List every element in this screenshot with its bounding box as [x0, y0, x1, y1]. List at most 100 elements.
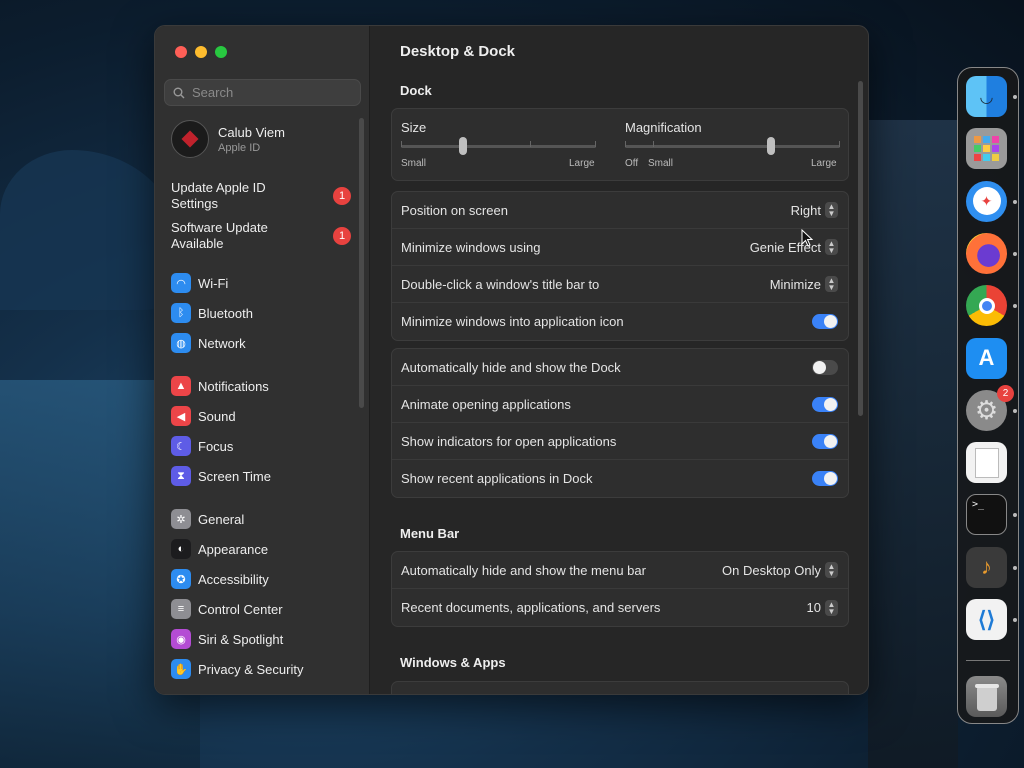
running-indicator [1013, 618, 1017, 622]
settings-window: Calub Viem Apple ID Update Apple ID Sett… [154, 25, 869, 695]
sidebar-item-bluetooth[interactable]: ᛒ Bluetooth [171, 302, 253, 324]
safari-icon[interactable]: ✦ [966, 180, 1007, 222]
sidebar-item-label: General [198, 511, 245, 527]
toggle-switch[interactable] [812, 471, 838, 486]
dock-separator [966, 660, 1010, 661]
popup-button[interactable]: Minimize ▲ ▼ [770, 276, 838, 292]
zoom-button[interactable] [215, 46, 227, 58]
window-controls [175, 46, 227, 58]
toggle-switch[interactable] [812, 396, 838, 412]
sidebar-item-siri-spotlight[interactable]: ◉ Siri & Spotlight [171, 628, 283, 650]
minimize-button[interactable] [195, 46, 207, 58]
sidebar-item-sound[interactable]: ◀ Sound [171, 405, 236, 427]
setting-label: Minimize windows into application icon [401, 314, 624, 329]
search-field[interactable] [164, 79, 361, 106]
chrome-icon[interactable] [966, 285, 1007, 327]
globe-icon: ◍ [171, 333, 191, 353]
dock-position-group: Position on screen Right ▲ ▼ Minimize window… [391, 191, 849, 341]
wifi-icon: ◠ [171, 273, 191, 293]
size-slider-track[interactable] [401, 145, 596, 148]
main-scrollbar[interactable] [858, 81, 863, 416]
search-input[interactable] [192, 85, 342, 100]
running-indicator [1013, 95, 1017, 99]
bell-icon: ▲ [171, 376, 191, 396]
chevron-up-down-icon: ▲ ▼ [825, 239, 838, 255]
toggle-switch[interactable] [812, 314, 838, 329]
magnification-slider-thumb[interactable] [767, 137, 776, 155]
sidebar: Calub Viem Apple ID Update Apple ID Sett… [155, 26, 370, 694]
vscode-icon[interactable]: ⟨⟩ [966, 599, 1007, 640]
sidebar-item-appearance[interactable]: ◐ Appearance [171, 538, 268, 560]
textedit-icon[interactable] [966, 442, 1007, 484]
gear-icon: ✲ [171, 509, 191, 529]
software-update-notice[interactable]: Software Update Available 1 [171, 220, 351, 252]
update-apple-id-notice[interactable]: Update Apple ID Settings 1 [171, 180, 351, 212]
running-indicator [1013, 565, 1017, 570]
notice-badge: 1 [333, 227, 351, 245]
setting-row: Show recent applications in Dock [392, 460, 848, 497]
chevron-up-down-icon: ▲ ▼ [825, 202, 838, 218]
close-button[interactable] [175, 46, 187, 58]
popup-button[interactable]: Right ▲ ▼ [791, 202, 838, 218]
sidebar-item-label: Privacy & Security [198, 661, 304, 677]
firefox-icon[interactable] [966, 232, 1007, 274]
popup-value: 10 [806, 600, 821, 615]
siri-icon: ◉ [171, 629, 191, 649]
setting-row: Recent documents, applications, and serv… [392, 589, 848, 626]
sidebar-item-screen-time[interactable]: ⧗ Screen Time [171, 465, 271, 487]
popup-button[interactable]: On Desktop Only ▲ ▼ [722, 562, 838, 578]
trash-icon[interactable] [966, 676, 1007, 717]
main-pane: Desktop & Dock Dock Size Small Large Mag… [370, 26, 868, 694]
terminal-icon[interactable]: >_ [966, 494, 1007, 536]
setting-label: Animate opening applications [401, 396, 571, 412]
magnification-min-label: Small [648, 158, 674, 169]
toggle-switch[interactable] [812, 359, 838, 375]
hourglass-icon: ⧗ [171, 466, 191, 486]
search-icon [173, 87, 185, 98]
sidebar-item-label: Notifications [198, 378, 269, 394]
size-max-label: Large [569, 158, 595, 169]
toggle-switch[interactable] [812, 433, 838, 449]
accessibility-icon: ✪ [171, 569, 191, 589]
sidebar-scrollbar[interactable] [359, 118, 364, 408]
size-slider-thumb[interactable] [459, 137, 468, 155]
sidebar-item-focus[interactable]: ☾ Focus [171, 435, 233, 457]
sidebar-item-label: Appearance [198, 541, 269, 557]
popup-button[interactable]: Genie Effect ▲ ▼ [750, 239, 838, 255]
magnification-label: Magnification [625, 120, 702, 135]
moon-icon: ☾ [171, 436, 191, 456]
running-indicator [1013, 513, 1017, 518]
setting-row: Animate opening applications [392, 386, 848, 423]
chevron-up-down-icon: ▲ ▼ [825, 599, 838, 616]
garageband-icon[interactable]: ♪ [966, 546, 1007, 588]
setting-row: Double-click a window's title bar to Mini… [392, 266, 848, 303]
setting-label: Recent documents, applications, and serv… [401, 600, 661, 615]
setting-row: Minimize windows using Genie Effect ▲ ▼ [392, 229, 848, 266]
sidebar-item-notifications[interactable]: ▲ Notifications [171, 375, 269, 397]
sidebar-item-network[interactable]: ◍ Network [171, 332, 246, 354]
setting-label: Position on screen [401, 202, 508, 218]
sidebar-item-control-center[interactable]: ≡ Control Center [171, 598, 283, 620]
sidebar-item-wi-fi[interactable]: ◠ Wi-Fi [171, 272, 228, 294]
finder-icon[interactable]: ◡ [966, 76, 1007, 117]
magnification-slider-track[interactable] [625, 145, 840, 148]
app-store-icon[interactable]: A [966, 337, 1007, 379]
menu-bar-group: Automatically hide and show the menu bar… [391, 551, 849, 627]
bluetooth-icon: ᛒ [171, 303, 191, 323]
sidebar-item-privacy-security[interactable]: ✋ Privacy & Security [171, 658, 303, 680]
notice-label: Software Update Available [171, 220, 268, 251]
launchpad-icon[interactable] [966, 128, 1007, 170]
setting-label: Show recent applications in Dock [401, 471, 593, 486]
sidebar-item-general[interactable]: ✲ General [171, 508, 244, 530]
sidebar-item-label: Sound [198, 408, 236, 424]
sidebar-item-accessibility[interactable]: ✪ Accessibility [171, 568, 269, 590]
apple-id-account[interactable]: Calub Viem Apple ID [171, 120, 285, 158]
running-indicator [1013, 304, 1017, 309]
running-indicator [1013, 408, 1017, 413]
popup-button[interactable]: 10 ▲ ▼ [806, 599, 838, 616]
popup-value: On Desktop Only [722, 562, 821, 578]
magnification-off-label: Off [625, 158, 639, 169]
popup-value: Minimize [769, 276, 821, 292]
terminal-prompt: >_ [972, 499, 985, 511]
notice-badge: 1 [333, 187, 351, 205]
